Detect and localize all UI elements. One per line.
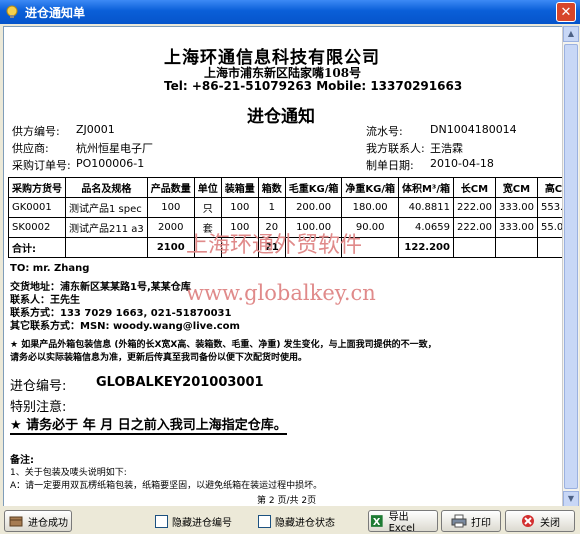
excel-icon: X	[370, 515, 383, 528]
remark-line1: 1、关于包装及唛头说明如下:	[10, 468, 127, 478]
export-excel-button[interactable]: X 导出 Excel	[368, 510, 438, 534]
col-header: 品名及规格	[65, 177, 148, 198]
watermark-cn: 上海环通外贸软件	[186, 233, 363, 258]
page-indicator: 第 2 页/共 2页	[257, 496, 317, 506]
special-text: ★ 请务必于 年 月 日之前入我司上海指定仓库。	[10, 414, 287, 435]
notice-line2: 请务必以实际装箱信息为准，更新后传真至我司备份以便下次配货时使用。	[10, 353, 308, 363]
supplier-name: 杭州恒星电子厂	[76, 142, 153, 155]
table-cell: 只	[193, 197, 222, 218]
warehouse-number: GLOBALKEY201003001	[96, 375, 264, 390]
printer-icon	[451, 514, 467, 528]
scroll-down-icon[interactable]: ▼	[563, 491, 579, 507]
table-cell	[536, 237, 562, 258]
window-close-button[interactable]: ✕	[556, 2, 576, 22]
serial-label: 流水号:	[366, 125, 403, 138]
serial-number: DN1004180014	[430, 123, 517, 136]
table-cell: 100	[220, 197, 259, 218]
date-label: 制单日期:	[366, 159, 414, 172]
watermark-url: www.globalkey.cn	[186, 281, 376, 305]
window-title: 进仓通知单	[25, 5, 86, 20]
col-header: 净重KG/箱	[341, 177, 399, 198]
close-label: 关闭	[540, 517, 560, 529]
hide-warehouse-status-checkbox[interactable]: 隐藏进仓状态	[258, 514, 335, 529]
table-cell: 222.00	[452, 217, 496, 238]
notice-line1: ★ 如果产品外箱包装信息 (外箱的长X宽X高、装箱数、毛重、净重) 发生变化，与…	[10, 340, 437, 350]
table-cell: 180.00	[341, 197, 399, 218]
table-cell: 100	[146, 197, 195, 218]
hide-warehouse-no-label: 隐藏进仓编号	[172, 518, 232, 529]
svg-text:X: X	[373, 517, 381, 528]
table-cell: 553.00	[536, 197, 562, 218]
table-cell: SK0002	[8, 217, 66, 238]
doc-date: 2010-04-18	[430, 157, 494, 170]
col-header: 高CM	[536, 177, 562, 198]
col-header: 箱数	[257, 177, 286, 198]
print-label: 打印	[471, 517, 491, 529]
warehouse-success-label: 进仓成功	[28, 517, 68, 529]
col-header: 单位	[193, 177, 222, 198]
table-cell	[452, 237, 496, 258]
delivery-to: TO: mr. Zhang	[10, 263, 90, 274]
warehouse-success-button[interactable]: 进仓成功	[4, 510, 72, 532]
table-cell	[494, 237, 538, 258]
table-cell: 200.00	[284, 197, 343, 218]
table-cell: 测试产品1 spec	[65, 197, 148, 218]
checkbox-box[interactable]	[155, 515, 168, 528]
scroll-up-icon[interactable]: ▲	[563, 26, 579, 42]
close-icon	[522, 515, 534, 527]
po-number: PO100006-1	[76, 157, 145, 170]
contact-name: 王浩霖	[430, 142, 463, 155]
company-contact: Tel: +86-21-51079263 Mobile: 13370291663	[164, 79, 463, 93]
total-weight: 122.200	[397, 237, 454, 258]
table-row: GK0001 测试产品1 spec 100 只 100 1 200.00 180…	[8, 197, 562, 218]
hide-warehouse-status-label: 隐藏进仓状态	[275, 518, 335, 529]
supplier-code-label: 供方编号:	[12, 125, 60, 138]
table-cell: 333.00	[494, 197, 538, 218]
table-cell: 222.00	[452, 197, 496, 218]
supplier-label: 供应商:	[12, 142, 49, 155]
vertical-scrollbar[interactable]: ▲ ▼	[562, 26, 579, 507]
remark-label: 备注:	[10, 455, 34, 466]
doc-title: 进仓通知	[247, 107, 315, 127]
total-label: 合计:	[8, 237, 66, 258]
po-label: 采购订单号:	[12, 159, 71, 172]
table-cell: 测试产品211 a3	[65, 217, 148, 238]
export-excel-label: 导出 Excel	[388, 512, 416, 534]
print-button[interactable]: 打印	[441, 510, 501, 532]
table-cell	[65, 237, 148, 258]
contact-label: 我方联系人:	[366, 142, 425, 155]
title-bar: 进仓通知单 ✕	[0, 0, 580, 24]
col-header: 装箱量	[220, 177, 259, 198]
col-header: 宽CM	[494, 177, 538, 198]
warehouse-label: 进仓编号:	[10, 379, 67, 394]
delivery-other: 其它联系方式：MSN: woody.wang@live.com	[10, 321, 240, 332]
col-header: 体积M³/箱	[397, 177, 454, 198]
table-cell: 333.00	[494, 217, 538, 238]
col-header: 采购方货号	[8, 177, 66, 198]
report-viewport: 上海环通信息科技有限公司 上海市浦东新区陆家嘴108号 Tel: +86-21-…	[3, 26, 563, 507]
col-header: 长CM	[452, 177, 496, 198]
special-label: 特别注意:	[10, 400, 67, 415]
bottom-toolbar: 进仓成功 隐藏进仓编号 隐藏进仓状态 X 导出 Excel 打印 关闭	[0, 506, 580, 534]
col-header: 产品数量	[146, 177, 195, 198]
remark-line2: A：请一定要用双瓦楞纸箱包装，纸箱要坚固，以避免纸箱在装运过程中损坏。	[10, 481, 323, 491]
close-button[interactable]: 关闭	[505, 510, 575, 532]
table-cell: 40.8811	[397, 197, 454, 218]
table-cell: 4.0659	[397, 217, 454, 238]
scroll-thumb[interactable]	[564, 44, 578, 489]
app-icon	[6, 5, 18, 18]
table-cell: 55.00	[536, 217, 562, 238]
col-header: 毛重KG/箱	[284, 177, 343, 198]
supplier-code: ZJ0001	[76, 123, 115, 136]
table-cell: GK0001	[8, 197, 66, 218]
table-cell: 1	[257, 197, 286, 218]
box-icon	[9, 516, 23, 527]
hide-warehouse-no-checkbox[interactable]: 隐藏进仓编号	[155, 514, 232, 529]
checkbox-box[interactable]	[258, 515, 271, 528]
table-header-row: 采购方货号 品名及规格 产品数量 单位 装箱量 箱数 毛重KG/箱 净重KG/箱…	[8, 177, 562, 198]
